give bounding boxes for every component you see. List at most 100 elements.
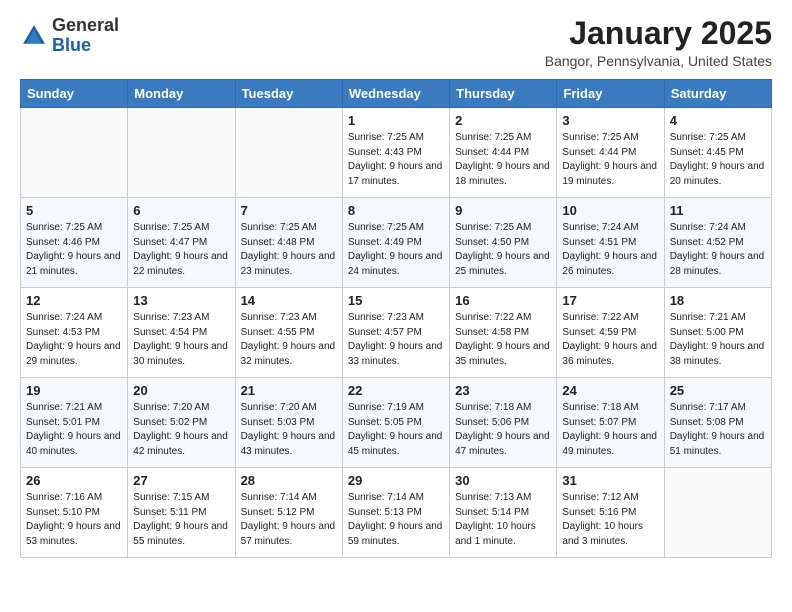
- day-number: 28: [241, 473, 337, 488]
- day-number: 4: [670, 113, 766, 128]
- calendar-cell: 4 Sunrise: 7:25 AM Sunset: 4:45 PM Daylig…: [664, 108, 771, 198]
- weekday-header: Friday: [557, 80, 664, 108]
- day-number: 31: [562, 473, 658, 488]
- calendar-week-row: 26 Sunrise: 7:16 AM Sunset: 5:10 PM Dayli…: [21, 468, 772, 558]
- weekday-header: Tuesday: [235, 80, 342, 108]
- day-info: Sunrise: 7:24 AM Sunset: 4:51 PM Dayligh…: [562, 221, 658, 279]
- day-number: 23: [455, 383, 551, 398]
- day-info: Sunrise: 7:12 AM Sunset: 5:16 PM Dayligh…: [562, 491, 658, 549]
- calendar-cell: 5 Sunrise: 7:25 AM Sunset: 4:46 PM Daylig…: [21, 198, 128, 288]
- logo: General Blue: [20, 16, 119, 56]
- day-number: 10: [562, 203, 658, 218]
- calendar-cell: 15 Sunrise: 7:23 AM Sunset: 4:57 PM Dayli…: [342, 288, 449, 378]
- calendar-cell: 31 Sunrise: 7:12 AM Sunset: 5:16 PM Dayli…: [557, 468, 664, 558]
- day-number: 24: [562, 383, 658, 398]
- day-info: Sunrise: 7:25 AM Sunset: 4:50 PM Dayligh…: [455, 221, 551, 279]
- logo-blue-text: Blue: [52, 35, 91, 55]
- weekday-header: Sunday: [21, 80, 128, 108]
- day-number: 27: [133, 473, 229, 488]
- day-info: Sunrise: 7:23 AM Sunset: 4:54 PM Dayligh…: [133, 311, 229, 369]
- weekday-header: Wednesday: [342, 80, 449, 108]
- day-number: 5: [26, 203, 122, 218]
- calendar-cell: [235, 108, 342, 198]
- calendar-header-row: SundayMondayTuesdayWednesdayThursdayFrid…: [21, 80, 772, 108]
- calendar-cell: [21, 108, 128, 198]
- calendar-week-row: 1 Sunrise: 7:25 AM Sunset: 4:43 PM Daylig…: [21, 108, 772, 198]
- calendar-cell: 6Sunrise: 7:25 AM Sunset: 4:47 PM Daylig…: [128, 198, 235, 288]
- day-info: Sunrise: 7:20 AM Sunset: 5:02 PM Dayligh…: [133, 401, 229, 459]
- day-info: Sunrise: 7:23 AM Sunset: 4:55 PM Dayligh…: [241, 311, 337, 369]
- calendar-week-row: 19 Sunrise: 7:21 AM Sunset: 5:01 PM Dayli…: [21, 378, 772, 468]
- day-info: Sunrise: 7:16 AM Sunset: 5:10 PM Dayligh…: [26, 491, 122, 549]
- calendar-cell: 11Sunrise: 7:24 AM Sunset: 4:52 PM Dayli…: [664, 198, 771, 288]
- calendar-cell: 18 Sunrise: 7:21 AM Sunset: 5:00 PM Dayli…: [664, 288, 771, 378]
- location: Bangor, Pennsylvania, United States: [545, 53, 772, 69]
- day-number: 21: [241, 383, 337, 398]
- day-number: 15: [348, 293, 444, 308]
- calendar-cell: [664, 468, 771, 558]
- calendar-cell: 10 Sunrise: 7:24 AM Sunset: 4:51 PM Dayli…: [557, 198, 664, 288]
- day-number: 18: [670, 293, 766, 308]
- day-info: Sunrise: 7:25 AM Sunset: 4:44 PM Dayligh…: [562, 131, 658, 189]
- weekday-header: Thursday: [450, 80, 557, 108]
- day-number: 19: [26, 383, 122, 398]
- month-title: January 2025: [545, 16, 772, 51]
- calendar-cell: 21 Sunrise: 7:20 AM Sunset: 5:03 PM Dayli…: [235, 378, 342, 468]
- day-info: Sunrise: 7:25 AM Sunset: 4:43 PM Dayligh…: [348, 131, 444, 189]
- day-number: 7: [241, 203, 337, 218]
- calendar-cell: 29 Sunrise: 7:14 AM Sunset: 5:13 PM Dayli…: [342, 468, 449, 558]
- day-info: Sunrise: 7:18 AM Sunset: 5:07 PM Dayligh…: [562, 401, 658, 459]
- day-number: 16: [455, 293, 551, 308]
- calendar-cell: 19 Sunrise: 7:21 AM Sunset: 5:01 PM Dayli…: [21, 378, 128, 468]
- day-info: Sunrise: 7:25 AM Sunset: 4:44 PM Dayligh…: [455, 131, 551, 189]
- day-number: 1: [348, 113, 444, 128]
- day-info: Sunrise: 7:25 AM Sunset: 4:45 PM Dayligh…: [670, 131, 766, 189]
- calendar-cell: 7 Sunrise: 7:25 AM Sunset: 4:48 PM Daylig…: [235, 198, 342, 288]
- day-info: Sunrise: 7:22 AM Sunset: 4:58 PM Dayligh…: [455, 311, 551, 369]
- page: General Blue January 2025 Bangor, Pennsy…: [0, 0, 792, 574]
- weekday-header: Saturday: [664, 80, 771, 108]
- day-info: Sunrise: 7:24 AM Sunset: 4:53 PM Dayligh…: [26, 311, 122, 369]
- calendar-cell: [128, 108, 235, 198]
- calendar-cell: 28 Sunrise: 7:14 AM Sunset: 5:12 PM Dayli…: [235, 468, 342, 558]
- calendar-cell: 1 Sunrise: 7:25 AM Sunset: 4:43 PM Daylig…: [342, 108, 449, 198]
- day-number: 14: [241, 293, 337, 308]
- calendar-cell: 25 Sunrise: 7:17 AM Sunset: 5:08 PM Dayli…: [664, 378, 771, 468]
- calendar-cell: 12 Sunrise: 7:24 AM Sunset: 4:53 PM Dayli…: [21, 288, 128, 378]
- calendar-cell: 30 Sunrise: 7:13 AM Sunset: 5:14 PM Dayli…: [450, 468, 557, 558]
- day-number: 8: [348, 203, 444, 218]
- day-number: 17: [562, 293, 658, 308]
- day-info: Sunrise: 7:14 AM Sunset: 5:13 PM Dayligh…: [348, 491, 444, 549]
- day-info: Sunrise: 7:21 AM Sunset: 5:00 PM Dayligh…: [670, 311, 766, 369]
- day-info: Sunrise: 7:19 AM Sunset: 5:05 PM Dayligh…: [348, 401, 444, 459]
- day-number: 29: [348, 473, 444, 488]
- day-info: Sunrise: 7:14 AM Sunset: 5:12 PM Dayligh…: [241, 491, 337, 549]
- day-number: 26: [26, 473, 122, 488]
- day-number: 25: [670, 383, 766, 398]
- calendar-cell: 27Sunrise: 7:15 AM Sunset: 5:11 PM Dayli…: [128, 468, 235, 558]
- day-info: Sunrise: 7:20 AM Sunset: 5:03 PM Dayligh…: [241, 401, 337, 459]
- calendar-cell: 16 Sunrise: 7:22 AM Sunset: 4:58 PM Dayli…: [450, 288, 557, 378]
- calendar-cell: 13Sunrise: 7:23 AM Sunset: 4:54 PM Dayli…: [128, 288, 235, 378]
- calendar-cell: 9 Sunrise: 7:25 AM Sunset: 4:50 PM Daylig…: [450, 198, 557, 288]
- weekday-header: Monday: [128, 80, 235, 108]
- calendar-cell: 3 Sunrise: 7:25 AM Sunset: 4:44 PM Daylig…: [557, 108, 664, 198]
- day-number: 22: [348, 383, 444, 398]
- title-block: January 2025 Bangor, Pennsylvania, Unite…: [545, 16, 772, 69]
- day-info: Sunrise: 7:22 AM Sunset: 4:59 PM Dayligh…: [562, 311, 658, 369]
- day-info: Sunrise: 7:23 AM Sunset: 4:57 PM Dayligh…: [348, 311, 444, 369]
- calendar-cell: 17 Sunrise: 7:22 AM Sunset: 4:59 PM Dayli…: [557, 288, 664, 378]
- day-number: 9: [455, 203, 551, 218]
- day-number: 12: [26, 293, 122, 308]
- day-info: Sunrise: 7:21 AM Sunset: 5:01 PM Dayligh…: [26, 401, 122, 459]
- calendar-week-row: 12 Sunrise: 7:24 AM Sunset: 4:53 PM Dayli…: [21, 288, 772, 378]
- calendar-cell: 2Sunrise: 7:25 AM Sunset: 4:44 PM Daylig…: [450, 108, 557, 198]
- day-info: Sunrise: 7:13 AM Sunset: 5:14 PM Dayligh…: [455, 491, 551, 549]
- day-info: Sunrise: 7:17 AM Sunset: 5:08 PM Dayligh…: [670, 401, 766, 459]
- day-info: Sunrise: 7:25 AM Sunset: 4:48 PM Dayligh…: [241, 221, 337, 279]
- day-number: 30: [455, 473, 551, 488]
- day-info: Sunrise: 7:25 AM Sunset: 4:46 PM Dayligh…: [26, 221, 122, 279]
- day-number: 3: [562, 113, 658, 128]
- header: General Blue January 2025 Bangor, Pennsy…: [20, 16, 772, 69]
- day-number: 20: [133, 383, 229, 398]
